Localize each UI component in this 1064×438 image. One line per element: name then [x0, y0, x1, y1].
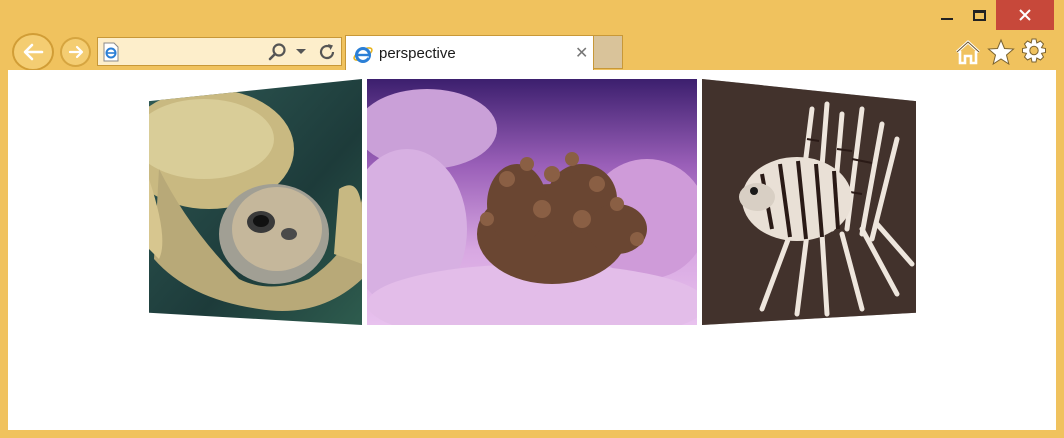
- arrow-left-icon: [23, 43, 44, 61]
- home-icon[interactable]: [954, 38, 982, 66]
- refresh-icon[interactable]: [316, 41, 338, 68]
- lionfish-image: [702, 79, 916, 325]
- address-bar: [97, 37, 342, 66]
- tab-label: perspective: [379, 45, 456, 62]
- close-window-button[interactable]: [996, 0, 1054, 30]
- page-content: [8, 70, 1056, 430]
- sea-turtle-image: [149, 79, 362, 325]
- browser-window: perspective ✕: [0, 0, 1064, 438]
- tab-perspective[interactable]: perspective ✕: [345, 35, 594, 70]
- coral-image: [367, 79, 697, 325]
- address-input[interactable]: [124, 40, 254, 63]
- minimize-button[interactable]: [932, 0, 962, 30]
- back-button[interactable]: [12, 33, 54, 71]
- gear-icon[interactable]: [1020, 38, 1048, 66]
- minimize-icon: [941, 18, 953, 20]
- star-icon[interactable]: [987, 38, 1015, 66]
- ie-page-icon: [102, 42, 120, 67]
- close-icon: [1019, 9, 1031, 21]
- search-icon[interactable]: [268, 42, 288, 67]
- chevron-down-icon[interactable]: [295, 44, 307, 62]
- maximize-button[interactable]: [964, 0, 994, 30]
- close-tab-icon[interactable]: ✕: [575, 43, 588, 62]
- arrow-right-icon: [68, 45, 83, 59]
- ie-icon: [352, 43, 374, 70]
- maximize-icon: [972, 9, 986, 21]
- new-tab-button[interactable]: [594, 35, 623, 69]
- forward-button[interactable]: [60, 37, 91, 67]
